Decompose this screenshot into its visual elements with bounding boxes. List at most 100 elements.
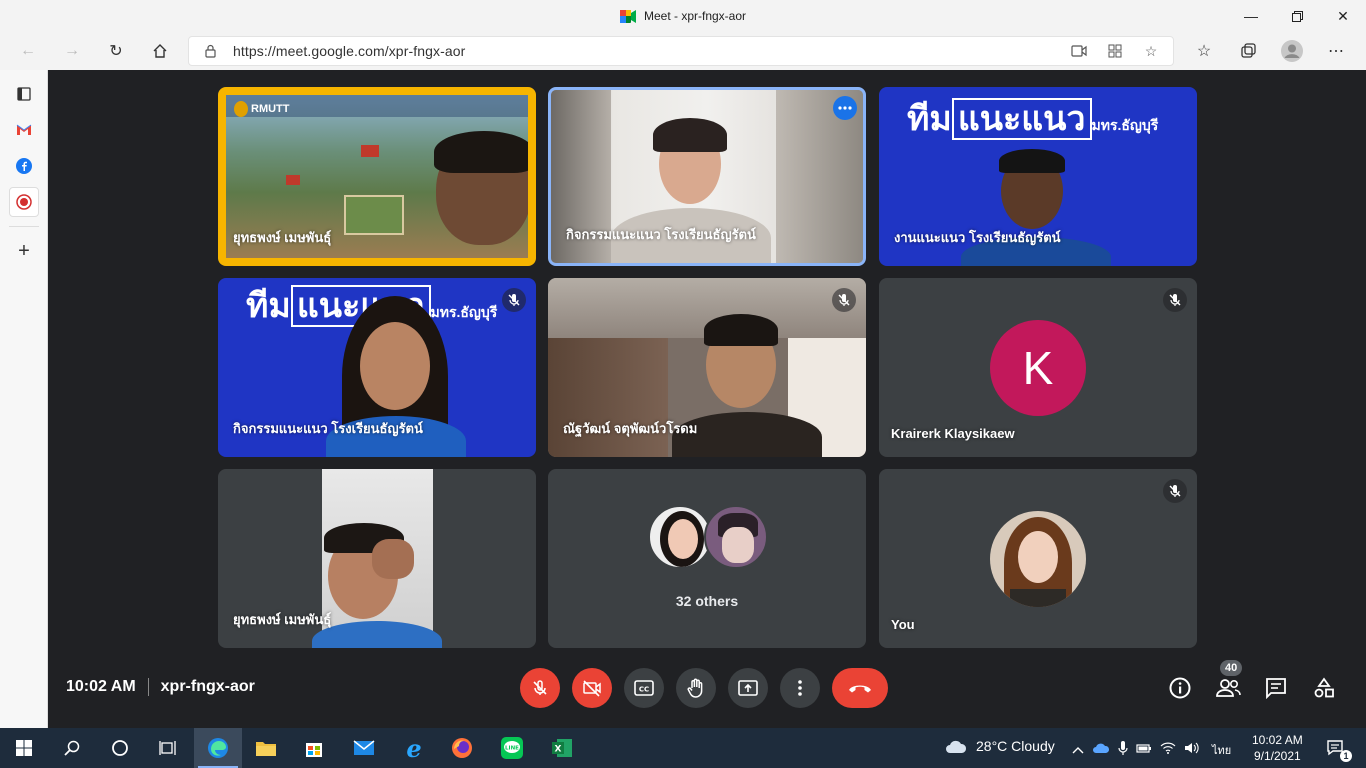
favorites-icon[interactable]: ☆: [1182, 36, 1226, 66]
meet-stage: RMUTT ยุทธพงษ์ เมษพันธุ์ กิจกรรมแนะแนว โ…: [48, 70, 1366, 728]
add-favorite-icon[interactable]: ☆: [1135, 39, 1167, 63]
facebook-icon[interactable]: [0, 148, 48, 184]
participant-tile[interactable]: RMUTT ยุทธพงษ์ เมษพันธุ์: [218, 87, 536, 266]
notification-count: 1: [1340, 750, 1352, 762]
participant-name: กิจกรรมแนะแนว โรงเรียนธัญรัตน์: [566, 227, 756, 242]
participant-name: Krairerk Klaysikaew: [891, 426, 1015, 441]
mic-toggle-button[interactable]: [520, 668, 560, 708]
weather-text: 28°C Cloudy: [976, 738, 1055, 754]
avatar: [648, 505, 712, 569]
internet-explorer-icon[interactable]: e: [390, 728, 438, 768]
avatar: K: [990, 320, 1086, 416]
record-icon[interactable]: [0, 184, 48, 220]
participant-tile[interactable]: K Krairerk Klaysikaew: [879, 278, 1197, 457]
participant-tile[interactable]: ณัฐวัฒน์ จตุพัฒน์วโรดม: [548, 278, 866, 457]
more-menu-icon[interactable]: ⋯: [1314, 36, 1358, 66]
self-tile[interactable]: You: [879, 469, 1197, 648]
participant-video: [672, 312, 822, 457]
svg-text:CC: CC: [639, 686, 649, 694]
clock-date: 9/1/2021: [1253, 749, 1301, 763]
logo-text: RMUTT: [251, 103, 290, 115]
muted-mic-icon: [832, 288, 856, 312]
microphone-icon[interactable]: [1118, 740, 1128, 759]
camera-icon[interactable]: [1063, 39, 1095, 63]
banner-text: ทีม: [246, 287, 291, 325]
address-bar[interactable]: https://meet.google.com/xpr-fngx-aor ☆: [188, 36, 1174, 66]
mail-icon[interactable]: [340, 728, 388, 768]
cortana-icon[interactable]: [96, 728, 144, 768]
battery-icon[interactable]: [1136, 742, 1152, 757]
muted-mic-icon: [1163, 288, 1187, 312]
url-text: https://meet.google.com/xpr-fngx-aor: [233, 43, 466, 59]
tab-actions-icon[interactable]: [0, 76, 48, 112]
excel-icon[interactable]: X: [538, 728, 586, 768]
meet-logo-icon: [619, 9, 636, 23]
onedrive-icon[interactable]: [1092, 742, 1110, 757]
volume-icon[interactable]: [1184, 742, 1200, 757]
activities-icon[interactable]: [1310, 674, 1338, 702]
gmail-icon[interactable]: [0, 112, 48, 148]
svg-text:X: X: [555, 745, 562, 755]
participant-name: You: [891, 617, 915, 632]
window-titlebar: Meet - xpr-fngx-aor — ✕: [0, 0, 1366, 32]
meeting-controls-bar: 10:02 AM xpr-fngx-aor CC 40: [48, 648, 1366, 728]
system-clock[interactable]: 10:02 AM 9/1/2021: [1252, 732, 1303, 764]
input-language[interactable]: ไทย: [1212, 741, 1231, 759]
captions-button[interactable]: CC: [624, 668, 664, 708]
minimize-button[interactable]: —: [1228, 0, 1274, 32]
more-options-button[interactable]: [780, 668, 820, 708]
avatar: [990, 511, 1086, 607]
svg-text:LINE: LINE: [505, 746, 519, 752]
raise-hand-button[interactable]: [676, 668, 716, 708]
collections-icon[interactable]: [1226, 36, 1270, 66]
back-button[interactable]: ←: [12, 36, 44, 66]
home-button[interactable]: [144, 36, 176, 66]
notification-center-icon[interactable]: 1: [1316, 728, 1356, 768]
more-options-icon[interactable]: [833, 96, 857, 120]
window-title: Meet - xpr-fngx-aor: [643, 9, 747, 23]
participant-tile[interactable]: กิจกรรมแนะแนว โรงเรียนธัญรัตน์: [548, 87, 866, 266]
edge-taskbar-icon[interactable]: [194, 728, 242, 768]
windows-taskbar: e LINE X 28°C Cloudy ไทย 10:02 AM 9/1/20…: [0, 728, 1366, 768]
meeting-info: 10:02 AM xpr-fngx-aor: [66, 678, 255, 696]
participant-name: ยุทธพงษ์ เมษพันธุ์: [233, 612, 332, 627]
line-app-icon[interactable]: LINE: [488, 728, 536, 768]
windows-start-icon[interactable]: [0, 728, 48, 768]
weather-widget[interactable]: 28°C Cloudy: [944, 738, 1055, 754]
firefox-icon[interactable]: [438, 728, 486, 768]
clock-time: 10:02 AM: [1252, 733, 1303, 747]
close-window-button[interactable]: ✕: [1320, 0, 1366, 32]
add-sidebar-item-icon[interactable]: +: [0, 233, 48, 269]
banner-text: ทีม: [907, 100, 952, 138]
leave-call-button[interactable]: [832, 668, 888, 708]
participants-count-badge: 40: [1220, 660, 1243, 676]
present-screen-button[interactable]: [728, 668, 768, 708]
participant-video: [961, 149, 1111, 266]
app-grid-icon[interactable]: [1099, 39, 1131, 63]
chat-icon[interactable]: [1262, 674, 1290, 702]
banner-suffix: มทร.ธัญบุรี: [1091, 117, 1159, 133]
search-icon[interactable]: [48, 728, 96, 768]
camera-toggle-button[interactable]: [572, 668, 612, 708]
refresh-button[interactable]: ↻: [100, 36, 132, 66]
participants-icon[interactable]: [1214, 674, 1242, 702]
participant-name: งานแนะแนว โรงเรียนธัญรัตน์: [894, 230, 1061, 245]
store-icon[interactable]: [290, 728, 338, 768]
participant-tile[interactable]: ทีม แนะแนว มทร.ธัญบุรี กิจกรรมแนะแนว โรงเร…: [218, 278, 536, 457]
team-banner: ทีม แนะแนว มทร.ธัญบุรี: [907, 98, 1159, 145]
chevron-up-icon[interactable]: [1072, 743, 1084, 757]
meeting-code: xpr-fngx-aor: [160, 678, 255, 695]
participant-tile[interactable]: ทีม แนะแนว มทร.ธัญบุรี งานแนะแนว โรงเรียนธ…: [879, 87, 1197, 266]
banner-boxed-text: แนะแนว: [951, 98, 1092, 140]
meeting-details-icon[interactable]: [1166, 674, 1194, 702]
profile-avatar[interactable]: [1270, 36, 1314, 66]
wifi-icon[interactable]: [1160, 742, 1176, 757]
task-view-icon[interactable]: [144, 728, 192, 768]
others-tile[interactable]: 32 others: [548, 469, 866, 648]
participant-tile[interactable]: ยุทธพงษ์ เมษพันธุ์: [218, 469, 536, 648]
participant-video: [651, 118, 731, 218]
restore-button[interactable]: [1274, 0, 1320, 32]
file-explorer-icon[interactable]: [242, 728, 290, 768]
forward-button[interactable]: →: [56, 36, 88, 66]
participant-name: ณัฐวัฒน์ จตุพัฒน์วโรดม: [563, 421, 698, 436]
